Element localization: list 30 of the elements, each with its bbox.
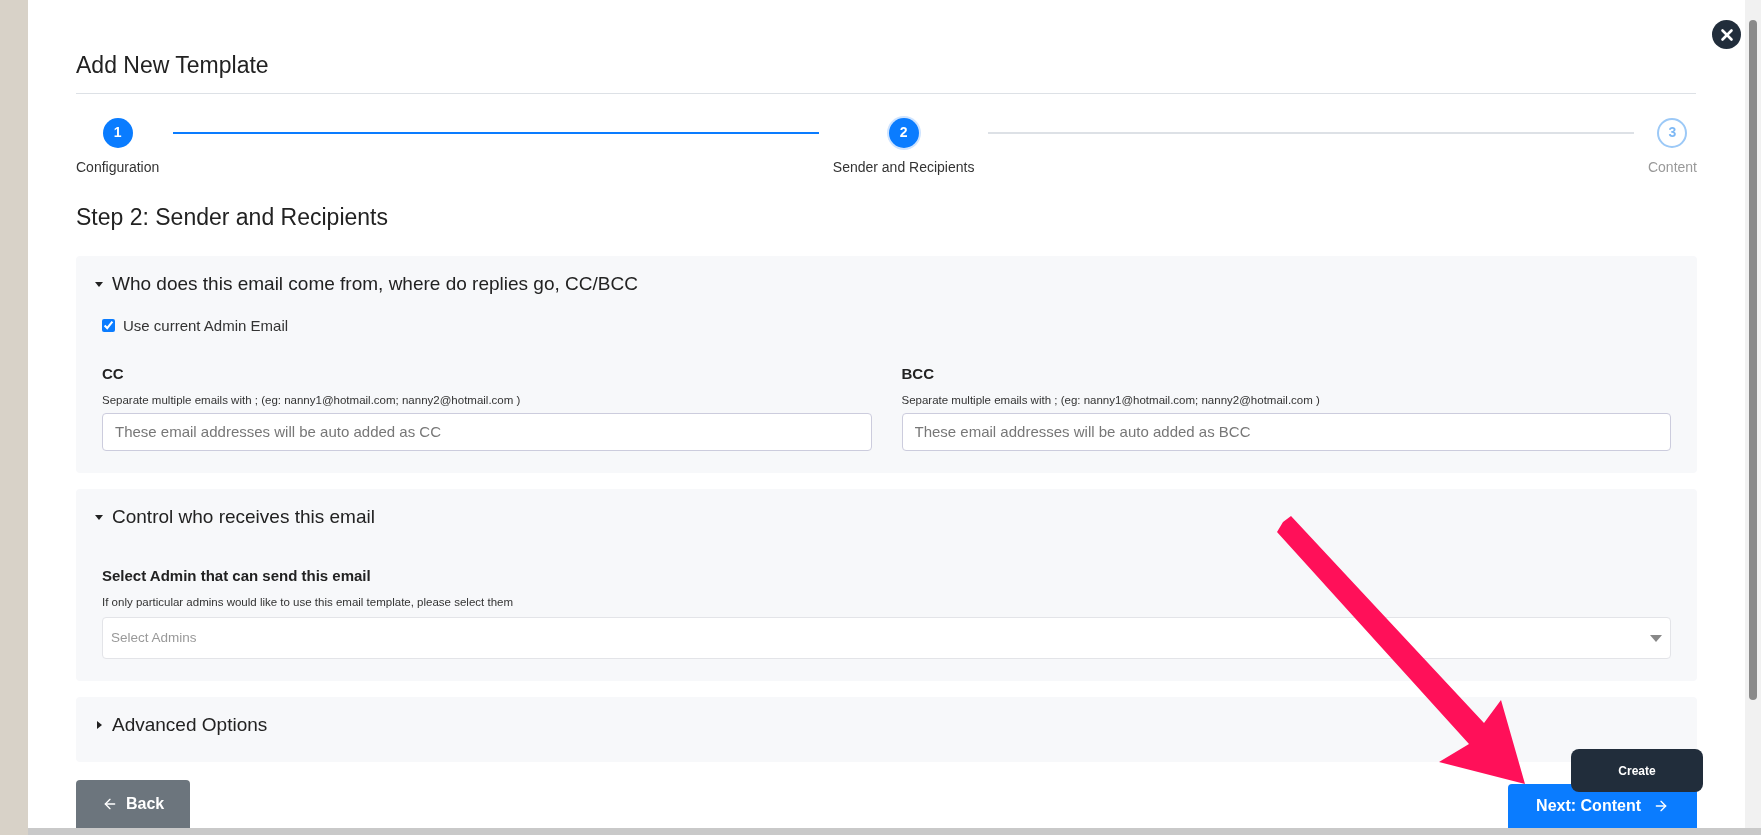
dialog-title: Add New Template — [76, 51, 269, 80]
close-button[interactable] — [1712, 20, 1741, 49]
field-label: Select Admin that can send this email — [102, 566, 372, 587]
email-input[interactable]: These email addresses will be auto added as BCC — [901, 412, 1671, 451]
accordion-header[interactable]: Who does this email come from, where do replies go, CC/BCC — [94, 270, 1671, 299]
step-label: Content — [1647, 157, 1697, 177]
field-label: BCC — [901, 364, 935, 384]
field-hint: If only particular admins would like to use this email template, please select them — [102, 594, 514, 610]
field-hint: Separate multiple emails with ; (eg: nanny1@hotmail.com; nanny2@hotmail.com ) — [102, 392, 522, 408]
checkbox-label: Use current Admin Email — [123, 315, 289, 336]
email-input[interactable]: These email addresses will be auto added as CC — [102, 412, 872, 451]
step-label: Sender and Recipients — [832, 157, 975, 177]
arrow-left-icon — [102, 796, 118, 812]
dropdown-caret-icon — [1650, 634, 1662, 642]
caret-icon — [94, 512, 104, 522]
step-number[interactable]: 2 — [888, 117, 919, 148]
admin-select[interactable]: Select Admins — [102, 617, 1671, 659]
checkbox[interactable] — [102, 319, 115, 333]
field-hint: Separate multiple emails with ; (eg: nanny1@hotmail.com; nanny2@hotmail.com ) — [901, 392, 1321, 408]
field-label: CC — [102, 364, 125, 384]
step-number[interactable]: 3 — [1657, 117, 1688, 148]
accordion-header[interactable]: Advanced Options — [94, 711, 1671, 740]
accordion-header[interactable]: Control who receives this email — [94, 502, 1671, 532]
step-label: Configuration — [76, 157, 160, 177]
arrow-right-icon — [1653, 798, 1669, 814]
caret-icon — [94, 720, 104, 731]
step-number[interactable]: 1 — [102, 117, 133, 148]
step-heading: Step 2: Sender and Recipients — [76, 202, 389, 232]
back-button[interactable]: Back — [76, 780, 191, 828]
tooltip: Create — [1571, 749, 1703, 792]
